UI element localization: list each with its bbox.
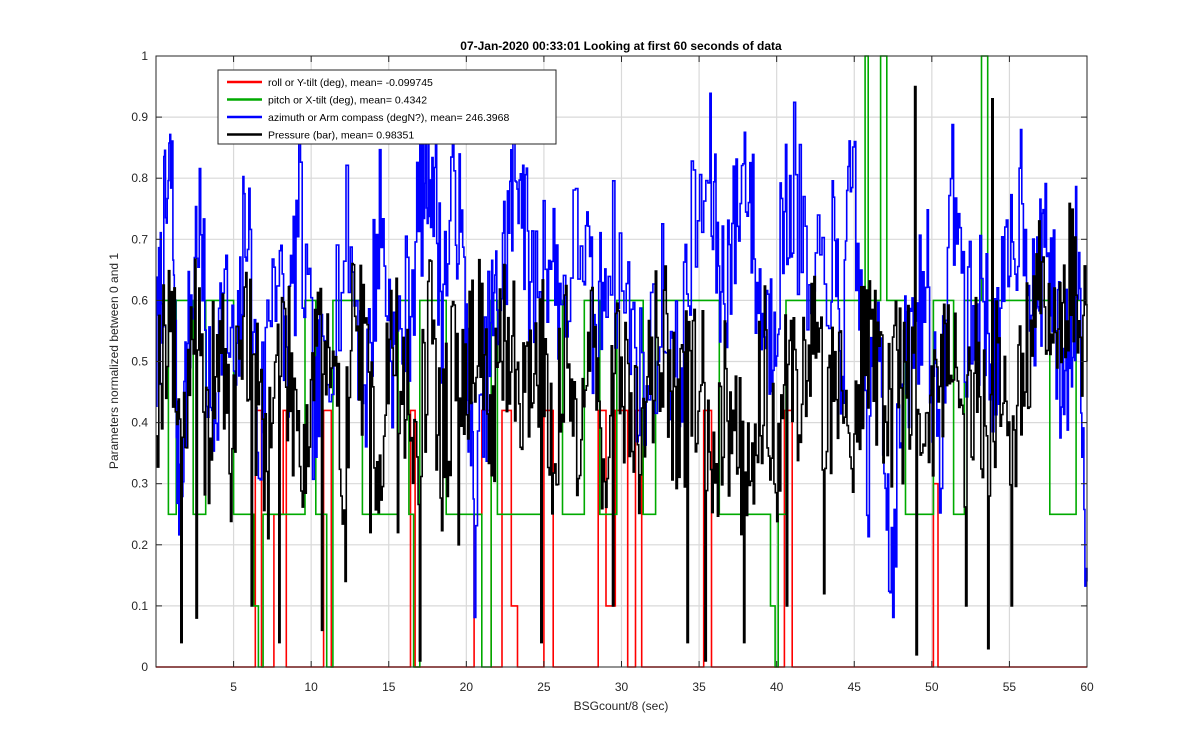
y-tick-label: 0.8: [131, 171, 148, 185]
y-axis-label: Parameters normalized between 0 and 1: [107, 253, 121, 469]
y-tick-label: 0: [141, 660, 148, 674]
y-tick-label: 0.4: [131, 416, 148, 430]
x-tick-label: 45: [848, 680, 862, 694]
line-chart: 5 10 15 20 25 30 35 40 45 50 55 60 0 0.1 0.2 0.3 0.4 0.5 0…: [0, 0, 1200, 750]
x-tick-label: 40: [770, 680, 784, 694]
legend-label-2: azimuth or Arm compass (degN?), mean= 24…: [268, 112, 509, 124]
x-tick-label: 25: [537, 680, 551, 694]
legend-label-3: Pressure (bar), mean= 0.98351: [268, 130, 414, 142]
y-tick-label: 0.5: [131, 355, 148, 369]
x-tick-label: 50: [925, 680, 939, 694]
y-tick-label: 0.2: [131, 538, 148, 552]
x-tick-label: 5: [230, 680, 237, 694]
chart-title: 07-Jan-2020 00:33:01 Looking at first 60…: [460, 39, 782, 53]
y-tick-label: 0.1: [131, 599, 148, 613]
y-tick-label: 0.3: [131, 477, 148, 491]
figure: 5 10 15 20 25 30 35 40 45 50 55 60 0 0.1 0.2 0.3 0.4 0.5 0…: [0, 0, 1200, 750]
x-tick-label: 35: [692, 680, 706, 694]
y-tick-label: 0.9: [131, 110, 148, 124]
x-tick-label: 20: [460, 680, 474, 694]
x-tick-label: 10: [304, 680, 318, 694]
y-tick-label: 0.6: [131, 293, 148, 307]
x-tick-label: 30: [615, 680, 629, 694]
x-tick-label: 60: [1080, 680, 1094, 694]
legend: roll or Y-tilt (deg), mean= -0.099745 pit…: [217, 69, 557, 145]
x-axis-label: BSGcount/8 (sec): [574, 699, 669, 713]
y-tick-label: 0.7: [131, 232, 148, 246]
legend-label-0: roll or Y-tilt (deg), mean= -0.099745: [268, 77, 433, 89]
legend-label-1: pitch or X-tilt (deg), mean= 0.4342: [268, 95, 427, 107]
y-tick-label: 1: [141, 49, 148, 63]
x-tick-label: 15: [382, 680, 396, 694]
x-tick-label: 55: [1003, 680, 1017, 694]
